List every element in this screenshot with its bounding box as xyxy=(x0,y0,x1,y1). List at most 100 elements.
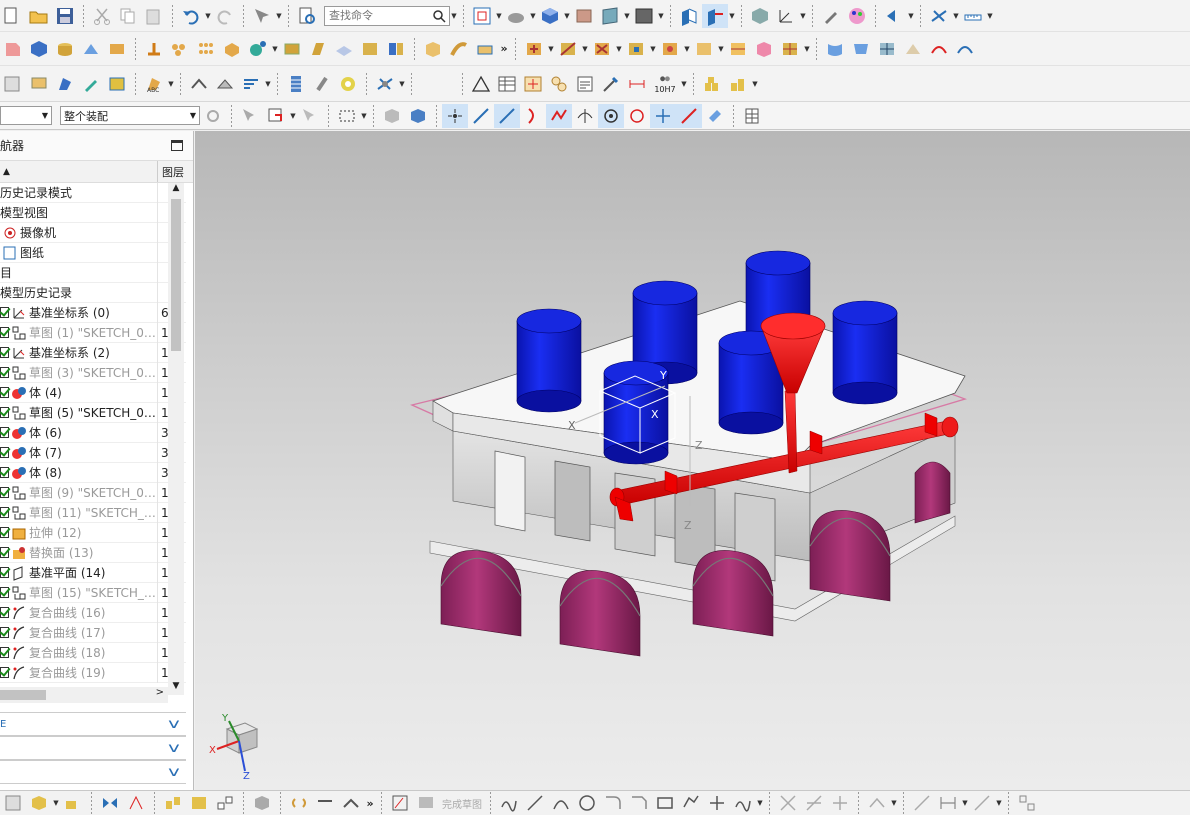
shaded-cube-dropdown-icon[interactable]: ▼ xyxy=(563,4,571,28)
details-panel-bar[interactable]: v xyxy=(0,736,186,760)
visibility-checkbox[interactable] xyxy=(0,667,9,678)
hole-icon[interactable] xyxy=(245,37,271,61)
rectangle-select-dropdown-icon[interactable]: ▼ xyxy=(360,104,368,128)
mold-tool-5-icon[interactable] xyxy=(657,37,683,61)
visibility-checkbox[interactable] xyxy=(0,627,9,638)
hole-dropdown-icon[interactable]: ▼ xyxy=(271,37,279,61)
bottom-more-chevron[interactable]: » xyxy=(364,797,376,810)
split-body-icon[interactable] xyxy=(383,37,409,61)
tree-node[interactable]: 拉伸 (12) 1 xyxy=(0,522,186,543)
pin-icon[interactable] xyxy=(309,72,335,96)
circle-icon[interactable] xyxy=(574,791,600,815)
rapid-dimension-icon[interactable] xyxy=(935,791,961,815)
scroll-thumb[interactable] xyxy=(171,199,181,351)
mold-tool-3-dropdown-icon[interactable]: ▼ xyxy=(615,37,623,61)
pattern-component-icon[interactable] xyxy=(160,791,186,815)
tree-node[interactable]: 体 (7) 3 xyxy=(0,442,186,463)
visibility-checkbox[interactable] xyxy=(0,527,9,538)
mold-tool-8-icon[interactable] xyxy=(751,37,777,61)
point-icon[interactable] xyxy=(704,791,730,815)
analyze-surface-icon[interactable] xyxy=(186,72,212,96)
wcs-dropdown-icon[interactable]: ▼ xyxy=(799,4,807,28)
tree-node[interactable]: 草图 (5) "SKETCH_0… 1 xyxy=(0,402,186,423)
studio-surface-icon[interactable] xyxy=(900,37,926,61)
tree-node[interactable]: 复合曲线 (16) 1 xyxy=(0,602,186,623)
tree-node[interactable]: 复合曲线 (19) 1 xyxy=(0,662,186,683)
tree-node[interactable]: 体 (6) 3 xyxy=(0,422,186,443)
rectangle-select-icon[interactable] xyxy=(334,104,360,128)
mold-tool-1-icon[interactable] xyxy=(521,37,547,61)
route-icon[interactable] xyxy=(312,791,338,815)
part-navigator-icon[interactable] xyxy=(0,72,26,96)
graphics-window[interactable]: X X Y Z Z X Y Z xyxy=(195,131,1190,790)
snap-settings-icon[interactable] xyxy=(1014,791,1040,815)
snap-intersection-icon[interactable] xyxy=(546,103,572,128)
visibility-checkbox[interactable] xyxy=(0,587,9,598)
extrude-icon[interactable] xyxy=(141,37,167,61)
quick-extend-icon[interactable] xyxy=(801,791,827,815)
mold-tool-2-dropdown-icon[interactable]: ▼ xyxy=(581,37,589,61)
select-feature-icon[interactable] xyxy=(237,104,263,128)
geometric-constraint-icon[interactable] xyxy=(969,791,995,815)
finish-sketch-flag-icon[interactable] xyxy=(413,791,439,815)
snap-grid-icon[interactable] xyxy=(739,104,765,128)
orient-view-dropdown-icon[interactable]: ▼ xyxy=(623,4,631,28)
select-region-dropdown-icon[interactable]: ▼ xyxy=(289,104,297,128)
measure-dropdown-icon[interactable]: ▼ xyxy=(986,4,994,28)
make-corner-icon[interactable] xyxy=(827,791,853,815)
draft-icon[interactable] xyxy=(305,37,331,61)
snap-tangent-icon[interactable] xyxy=(572,104,598,128)
cut-icon[interactable] xyxy=(89,4,115,28)
sequence-icon[interactable] xyxy=(338,791,364,815)
preview-panel-bar[interactable]: v xyxy=(0,760,186,784)
open-folder-icon[interactable] xyxy=(26,4,52,28)
geometric-constraint-dropdown-icon[interactable]: ▼ xyxy=(995,791,1003,815)
tree-node[interactable]: 草图 (1) "SKETCH_0… 1 xyxy=(0,322,186,343)
tolerance-fit-dropdown-icon[interactable]: ▼ xyxy=(680,72,688,96)
row2-more-chevron[interactable]: » xyxy=(498,42,510,55)
move-component-icon[interactable] xyxy=(104,72,130,96)
fit-view-icon[interactable] xyxy=(469,4,495,28)
type-filter-select[interactable]: ▼ xyxy=(0,106,52,125)
mold-tool-6-icon[interactable] xyxy=(691,37,717,61)
snap-arc-center-icon[interactable] xyxy=(598,103,624,128)
visibility-checkbox[interactable] xyxy=(0,407,9,418)
polygon-icon[interactable] xyxy=(678,791,704,815)
tree-node[interactable]: 体 (8) 3 xyxy=(0,462,186,483)
mold-tool-9-dropdown-icon[interactable]: ▼ xyxy=(803,37,811,61)
navigator-vertical-scrollbar[interactable]: ▲ ▼ xyxy=(168,183,184,695)
wcs-icon[interactable] xyxy=(773,4,799,28)
layer-visibility-icon[interactable] xyxy=(571,4,597,28)
copy-icon[interactable] xyxy=(115,4,141,28)
tree-node[interactable]: 复合曲线 (18) 1 xyxy=(0,642,186,663)
replace-component-icon[interactable] xyxy=(186,791,212,815)
mold-tool-5-dropdown-icon[interactable]: ▼ xyxy=(683,37,691,61)
layer-column-header[interactable]: 图层 xyxy=(158,161,193,182)
rectangle-icon[interactable] xyxy=(652,791,678,815)
visibility-checkbox[interactable] xyxy=(0,507,9,518)
triangle-icon[interactable] xyxy=(468,72,494,96)
new-component-icon[interactable] xyxy=(26,791,52,815)
measure-icon[interactable] xyxy=(960,4,986,28)
gear-train-dropdown-icon[interactable]: ▼ xyxy=(398,72,406,96)
name-column-header[interactable]: ▲ xyxy=(0,161,158,182)
profile-icon[interactable] xyxy=(496,791,522,815)
tree-node[interactable]: 草图 (15) "SKETCH_… 1 xyxy=(0,582,186,603)
sheet-icon[interactable] xyxy=(26,72,52,96)
mold-tool-9-icon[interactable] xyxy=(777,37,803,61)
maximize-icon[interactable] xyxy=(171,140,183,151)
visibility-checkbox[interactable] xyxy=(0,647,9,658)
sheet-icon[interactable] xyxy=(0,791,26,815)
tree-node[interactable]: 体 (4) 1 xyxy=(0,382,186,403)
visibility-checkbox[interactable] xyxy=(0,607,9,618)
mold-tool-1-dropdown-icon[interactable]: ▼ xyxy=(547,37,555,61)
spline-icon[interactable] xyxy=(730,791,756,815)
analysis-dropdown-icon[interactable]: ▼ xyxy=(952,4,960,28)
table-icon[interactable] xyxy=(494,72,520,96)
chevron-down-icon[interactable]: v xyxy=(168,717,180,732)
unite-icon[interactable] xyxy=(219,37,245,61)
chevron-down-icon[interactable]: v xyxy=(168,765,180,780)
undo-dropdown-icon[interactable]: ▼ xyxy=(204,4,212,28)
assembly-constraint-icon[interactable] xyxy=(78,72,104,96)
tree-node[interactable]: 替换面 (13) 1 xyxy=(0,542,186,563)
